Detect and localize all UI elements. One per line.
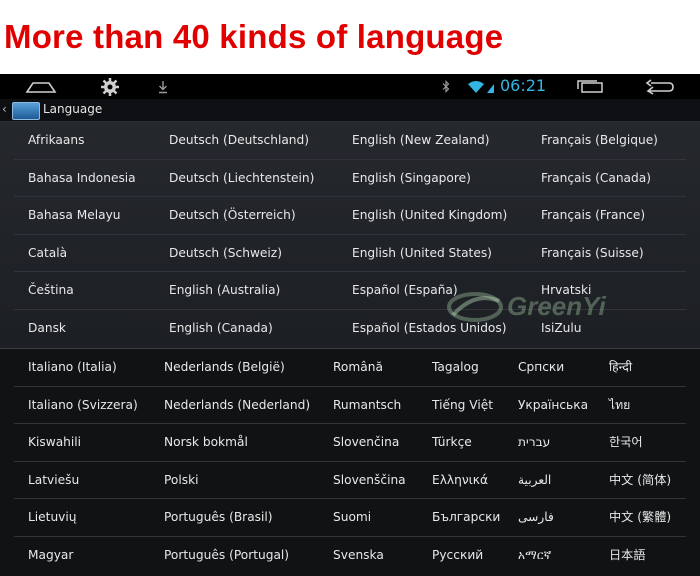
language-option[interactable]: Dansk — [28, 310, 66, 347]
banner-title: More than 40 kinds of language — [4, 18, 504, 55]
home-icon[interactable] — [24, 74, 58, 99]
promo-banner: More than 40 kinds of language — [0, 0, 700, 74]
language-option[interactable]: Nederlands (Nederland) — [164, 387, 310, 424]
language-option[interactable]: Rumantsch — [333, 387, 401, 424]
language-option[interactable]: English (Australia) — [169, 272, 280, 309]
language-option[interactable]: Slovenščina — [333, 462, 406, 499]
language-option[interactable]: Deutsch (Schweiz) — [169, 235, 282, 272]
language-option[interactable]: 日本語 — [609, 537, 646, 574]
wifi-icon — [466, 74, 496, 99]
language-option[interactable]: Tagalog — [432, 349, 479, 386]
language-list-screen-1: Afrikaans Deutsch (Deutschland) English (N… — [0, 122, 700, 348]
settings-gear-icon[interactable] — [98, 74, 122, 99]
language-option[interactable]: Deutsch (Deutschland) — [169, 122, 309, 159]
language-row: Latviešu Polski Slovenščina Ελληνικά العربية… — [14, 462, 686, 500]
language-option[interactable]: English (Canada) — [169, 310, 273, 347]
language-option[interactable]: Hrvatski — [541, 272, 591, 309]
language-option[interactable]: فارسی — [518, 499, 554, 536]
language-row: Italiano (Italia) Nederlands (België) Româ… — [14, 349, 686, 387]
language-option[interactable]: Español (España) — [352, 272, 458, 309]
language-option[interactable]: Italiano (Italia) — [28, 349, 117, 386]
language-row: Čeština English (Australia) Español (Españ… — [14, 272, 686, 310]
language-option[interactable]: Русский — [432, 537, 483, 574]
language-option[interactable]: Français (Belgique) — [541, 122, 658, 159]
language-option[interactable]: ไทย — [609, 387, 630, 424]
language-option[interactable]: Nederlands (België) — [164, 349, 285, 386]
language-option[interactable]: עברית — [518, 424, 550, 461]
language-option[interactable]: Français (Suisse) — [541, 235, 644, 272]
language-option[interactable]: Français (France) — [541, 197, 645, 234]
language-option[interactable]: Latviešu — [28, 462, 79, 499]
language-option[interactable]: Magyar — [28, 537, 73, 574]
status-bar: 06:21 — [0, 74, 700, 99]
clock: 06:21 — [500, 76, 547, 95]
language-row: Lietuvių Português (Brasil) Suomi Български… — [14, 499, 686, 537]
language-option[interactable]: Türkçe — [432, 424, 472, 461]
language-row: Kiswahili Norsk bokmål Slovenčina Türkçe עבר… — [14, 424, 686, 462]
language-option[interactable]: English (New Zealand) — [352, 122, 489, 159]
language-option[interactable]: العربية — [518, 462, 551, 499]
language-option[interactable]: Lietuvių — [28, 499, 77, 536]
recent-apps-icon[interactable] — [574, 74, 606, 99]
language-row: Magyar Português (Portugal) Svenska Русский… — [14, 537, 686, 575]
language-list-screen-2: Italiano (Italia) Nederlands (België) Româ… — [0, 348, 700, 576]
language-option[interactable]: IsiZulu — [541, 310, 582, 347]
language-option[interactable]: Ελληνικά — [432, 462, 488, 499]
language-row: Català Deutsch (Schweiz) English (United S… — [14, 235, 686, 273]
language-option[interactable]: Slovenčina — [333, 424, 399, 461]
language-option[interactable]: Українська — [518, 387, 588, 424]
language-option[interactable]: 中文 (繁體) — [609, 499, 671, 536]
language-option[interactable]: Deutsch (Liechtenstein) — [169, 160, 314, 197]
language-option[interactable]: Bahasa Melayu — [28, 197, 121, 234]
language-option[interactable]: Српски — [518, 349, 564, 386]
language-option[interactable]: Bahasa Indonesia — [28, 160, 136, 197]
language-option[interactable]: Čeština — [28, 272, 74, 309]
language-option[interactable]: Suomi — [333, 499, 371, 536]
language-row: Bahasa Melayu Deutsch (Österreich) English… — [14, 197, 686, 235]
language-row: Italiano (Svizzera) Nederlands (Nederland… — [14, 387, 686, 425]
action-bar: ‹ Language — [0, 99, 700, 122]
bluetooth-icon — [440, 74, 452, 99]
settings-app-icon[interactable] — [12, 102, 40, 120]
language-option[interactable]: 한국어 — [609, 424, 643, 461]
language-option[interactable]: አማርኛ — [518, 537, 551, 574]
language-option[interactable]: Português (Portugal) — [164, 537, 289, 574]
back-icon[interactable] — [644, 74, 676, 99]
page-title: Language — [43, 102, 103, 116]
up-caret-icon[interactable]: ‹ — [2, 102, 7, 116]
language-option[interactable]: Tiếng Việt — [432, 387, 493, 424]
language-option[interactable]: Norsk bokmål — [164, 424, 248, 461]
language-row: Dansk English (Canada) Español (Estados Un… — [14, 310, 686, 348]
language-option[interactable]: Català — [28, 235, 67, 272]
language-option[interactable]: Português (Brasil) — [164, 499, 273, 536]
language-option[interactable]: Български — [432, 499, 500, 536]
language-option[interactable]: 中文 (简体) — [609, 462, 671, 499]
language-option[interactable]: Română — [333, 349, 383, 386]
language-option[interactable]: Español (Estados Unidos) — [352, 310, 507, 347]
language-option[interactable]: English (Singapore) — [352, 160, 471, 197]
language-option[interactable]: Deutsch (Österreich) — [169, 197, 296, 234]
language-option[interactable]: हिन्दी — [609, 349, 632, 386]
language-row: Bahasa Indonesia Deutsch (Liechtenstein) E… — [14, 160, 686, 198]
language-option[interactable]: Français (Canada) — [541, 160, 651, 197]
language-option[interactable]: Italiano (Svizzera) — [28, 387, 138, 424]
language-option[interactable]: Polski — [164, 462, 199, 499]
language-option[interactable]: English (United Kingdom) — [352, 197, 507, 234]
language-option[interactable]: Afrikaans — [28, 122, 84, 159]
download-icon — [156, 74, 170, 99]
language-option[interactable]: English (United States) — [352, 235, 492, 272]
language-option[interactable]: Svenska — [333, 537, 384, 574]
language-option[interactable]: Kiswahili — [28, 424, 81, 461]
language-row: Afrikaans Deutsch (Deutschland) English (N… — [14, 122, 686, 160]
